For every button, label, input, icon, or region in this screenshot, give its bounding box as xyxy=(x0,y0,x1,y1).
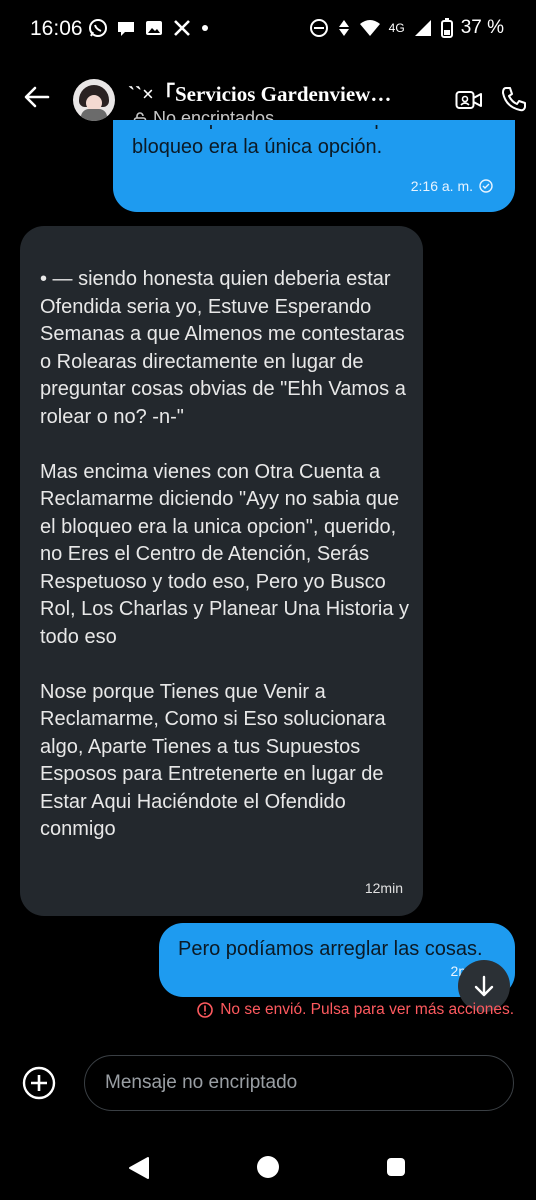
phone-icon[interactable] xyxy=(500,85,528,113)
message-composer xyxy=(0,1040,536,1135)
battery-icon xyxy=(440,18,453,38)
message-input[interactable] xyxy=(103,1071,495,1095)
video-call-icon[interactable] xyxy=(455,88,483,112)
notification-icons xyxy=(88,18,210,38)
message-text: Pero podíamos arreglar las cosas. xyxy=(178,938,483,960)
avatar[interactable] xyxy=(73,79,115,121)
message-time: 12min xyxy=(364,879,403,896)
system-indicators: 4G 37 % xyxy=(309,17,504,39)
contact-name[interactable]: ``×「Servicios Gardenview… xyxy=(128,78,428,108)
send-failed-notice[interactable]: No se envió. Pulsa para ver más acciones… xyxy=(197,1001,514,1019)
message-input-wrapper xyxy=(84,1055,514,1111)
battery-level: 37 % xyxy=(460,17,504,38)
data-saver-icon xyxy=(338,20,349,36)
nav-home-button[interactable] xyxy=(257,1156,279,1178)
message-meta: 2:16 a. m. xyxy=(411,173,493,201)
wifi-icon xyxy=(359,20,380,36)
system-navigation-bar xyxy=(0,1136,536,1200)
nav-back-icon[interactable] xyxy=(128,1156,150,1180)
status-time: 16:06 xyxy=(30,17,83,40)
error-icon xyxy=(197,1002,214,1018)
error-text: No se envió. Pulsa para ver más acciones… xyxy=(220,1001,514,1018)
back-arrow-icon[interactable] xyxy=(22,82,52,112)
message-text: saber el problema... sabia que el bloque… xyxy=(132,125,422,158)
dot-icon xyxy=(202,25,208,31)
message-bubble-incoming[interactable]: • — siendo honesta quien deberia estar O… xyxy=(20,226,423,916)
sent-check-icon xyxy=(479,179,493,193)
chat-icon xyxy=(118,22,134,36)
whatsapp-icon xyxy=(89,19,107,37)
dnd-icon xyxy=(309,19,328,37)
message-bubble-outgoing[interactable]: saber el problema... sabia que el bloque… xyxy=(113,120,515,212)
gallery-icon xyxy=(146,21,162,35)
message-text: • — siendo honesta quien deberia estar O… xyxy=(40,268,410,840)
status-bar: 16:06 4G 37 % xyxy=(0,0,536,60)
add-attachment-icon[interactable] xyxy=(22,1066,56,1100)
arrow-down-icon xyxy=(474,975,494,997)
network-type: 4G xyxy=(388,21,405,35)
x-icon xyxy=(174,20,190,36)
message-time: 2:16 a. m. xyxy=(410,177,473,194)
nav-recent-apps-button[interactable] xyxy=(387,1158,405,1176)
signal-icon xyxy=(414,20,431,36)
